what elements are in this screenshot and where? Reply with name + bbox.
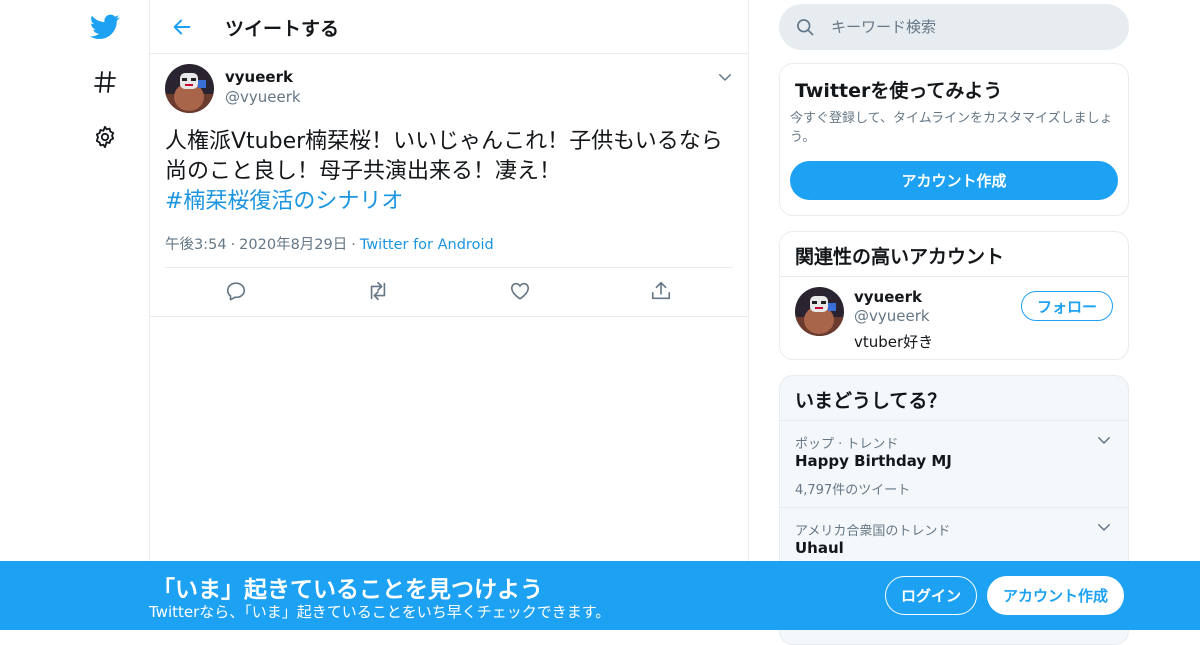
gear-icon[interactable] (88, 120, 122, 154)
related-accounts-header: 関連性の高いアカウント (780, 232, 1128, 277)
search-icon (795, 17, 815, 37)
twitter-bird-icon[interactable] (88, 10, 122, 44)
reply-icon[interactable] (225, 280, 249, 304)
create-account-button[interactable]: アカウント作成 (790, 161, 1118, 200)
trend-name[interactable]: Uhaul (795, 539, 844, 557)
chevron-down-icon[interactable] (1095, 431, 1113, 449)
related-accounts-card: 関連性の高いアカウント vyueerk @vyueerk vtuber好き フォ… (779, 231, 1129, 360)
bottom-bar-title: 「いま」起きていることを見つけよう (152, 577, 543, 603)
tweet-source-link[interactable]: Twitter for Android (360, 237, 494, 253)
trends-title: いまどうしてる？ (795, 390, 947, 412)
search-bar (779, 4, 1129, 50)
trends-header: いまどうしてる？ (780, 376, 1128, 421)
retweet-icon[interactable] (366, 280, 390, 304)
left-nav (0, 0, 150, 630)
bottom-signup-bar: 「いま」起きていることを見つけよう Twitterなら、「いま」起きていることを… (0, 561, 1200, 630)
chevron-down-icon[interactable] (716, 68, 734, 86)
signup-card: Twitterを使ってみよう 今すぐ登録して、タイムラインをカスタマイズしましょ… (779, 63, 1129, 216)
related-account-name[interactable]: vyueerk (854, 288, 922, 306)
related-account-bio: vtuber好き (854, 333, 934, 351)
trend-context: ポップ · トレンド (795, 437, 899, 452)
main-column: ツイートする vyueerk @vyueerk 人権派Vtuber楠栞桜！いいじ… (149, 0, 749, 630)
tweet-date[interactable]: 2020年8月29日 (239, 237, 347, 253)
signup-card-description: 今すぐ登録して、タイムラインをカスタマイズしましょう。 (790, 111, 1113, 145)
signup-card-title: Twitterを使ってみよう (795, 80, 1003, 102)
trend-count: 4,797件のツイート (795, 483, 911, 498)
tweet-body: 人権派Vtuber楠栞桜！いいじゃんこれ！子供もいるなら尚のこと良し！母子共演出… (165, 129, 723, 184)
trend-context: アメリカ合衆国のトレンド (795, 524, 951, 539)
hashtag-icon[interactable] (88, 65, 122, 99)
follow-button[interactable]: フォロー (1021, 291, 1113, 321)
signup-button[interactable]: アカウント作成 (987, 576, 1124, 615)
main-header: ツイートする (150, 0, 748, 54)
tweet-text: 人権派Vtuber楠栞桜！いいじゃんこれ！子供もいるなら尚のこと良し！母子共演出… (165, 127, 735, 217)
tweet-actions (150, 268, 748, 317)
trend-name[interactable]: Happy Birthday MJ (795, 452, 952, 470)
tweet-author-handle[interactable]: @vyueerk (225, 88, 301, 106)
avatar[interactable] (795, 287, 844, 336)
page-title: ツイートする (225, 18, 340, 40)
tweet-author-name[interactable]: vyueerk (225, 68, 293, 86)
bottom-bar-subtitle: Twitterなら、「いま」起きていることをいち早くチェックできます。 (149, 603, 611, 621)
meta-separator: · (351, 237, 356, 253)
meta-separator: · (230, 237, 236, 253)
related-accounts-title: 関連性の高いアカウント (795, 246, 1005, 268)
related-account-handle[interactable]: @vyueerk (854, 307, 930, 325)
search-input[interactable] (831, 14, 1111, 40)
chevron-down-icon[interactable] (1095, 518, 1113, 536)
trend-item[interactable]: ポップ · トレンド Happy Birthday MJ 4,797件のツイート (780, 421, 1128, 508)
share-icon[interactable] (650, 280, 674, 304)
login-button[interactable]: ログイン (885, 576, 977, 615)
avatar[interactable] (165, 64, 214, 113)
tweet-time[interactable]: 午後3:54 (165, 237, 227, 253)
like-icon[interactable] (509, 280, 533, 304)
tweet-hashtag-link[interactable]: #楠栞桜復活のシナリオ (165, 187, 735, 217)
arrow-left-icon[interactable] (168, 13, 196, 41)
tweet-meta: 午後3:54 · 2020年8月29日 · Twitter for Android (165, 233, 494, 254)
